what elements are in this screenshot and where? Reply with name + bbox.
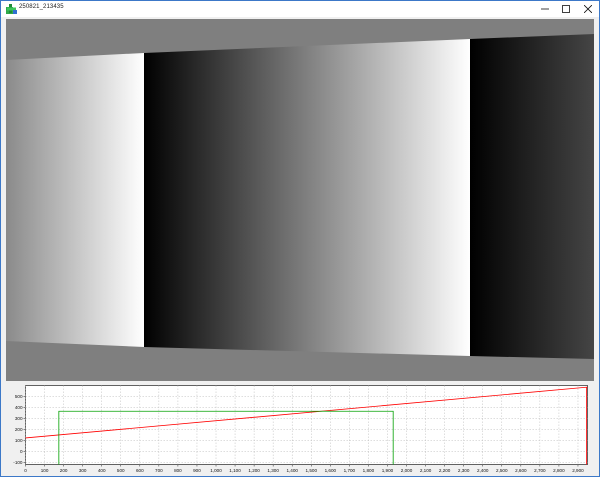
app-icon (6, 4, 17, 14)
x-tick-label: 1,000 (210, 468, 222, 473)
x-tick-label: 500 (117, 468, 125, 473)
window-title: 250821_213435 (19, 4, 64, 10)
x-tick-label: 1,500 (306, 468, 318, 473)
y-tick-label: 200 (15, 427, 23, 432)
x-tick-label: 2,100 (420, 468, 432, 473)
x-tick-label: 300 (79, 468, 87, 473)
close-icon (584, 5, 592, 13)
x-tick-label: 2,600 (515, 468, 527, 473)
x-tick-label: 700 (155, 468, 163, 473)
maximize-icon (562, 5, 570, 13)
x-tick-label: 1,100 (229, 468, 241, 473)
y-tick-label: 300 (15, 416, 23, 421)
y-tick-label: 400 (15, 405, 23, 410)
y-tick-label: 0 (20, 449, 23, 454)
x-tick-label: 1,300 (267, 468, 279, 473)
x-tick-label: 1,900 (382, 468, 394, 473)
x-tick-label: 2,500 (496, 468, 508, 473)
x-tick-label: 100 (41, 468, 49, 473)
profile-plot[interactable]: 0 100 200 300 400 500 600 700 800 900 1,000 1,100 1,… (6, 383, 594, 476)
title-bar[interactable]: 250821_213435 (1, 1, 599, 17)
gradient-band-middle (144, 39, 470, 356)
gradient-band-right (470, 34, 594, 359)
x-tick-label: 1,700 (344, 468, 356, 473)
x-tick-label: 2,200 (439, 468, 451, 473)
image-canvas (6, 19, 594, 381)
x-tick-label: 2,700 (534, 468, 546, 473)
image-view[interactable] (6, 19, 594, 381)
y-tick-label: -100 (13, 460, 23, 465)
plot-canvas: 0 100 200 300 400 500 600 700 800 900 1,000 1,100 1,… (6, 383, 594, 476)
x-tick-label: 200 (60, 468, 68, 473)
x-tick-label: 2,400 (477, 468, 489, 473)
x-tick-label: 0 (24, 468, 27, 473)
gradient-band-left (6, 53, 144, 347)
x-tick-label: 1,600 (325, 468, 337, 473)
application-window: 250821_213435 0 100 200 300 400 500 600 … (0, 0, 600, 477)
x-tick-label: 2,300 (458, 468, 470, 473)
plot-area (25, 385, 588, 465)
y-tick-label: 500 (15, 394, 23, 399)
x-tick-label: 1,800 (363, 468, 375, 473)
x-tick-label: 1,400 (286, 468, 298, 473)
x-tick-label: 800 (174, 468, 182, 473)
x-tick-label: 600 (136, 468, 144, 473)
y-tick-label: 100 (15, 438, 23, 443)
maximize-button[interactable] (554, 1, 578, 17)
x-tick-label: 2,000 (401, 468, 413, 473)
close-button[interactable] (576, 1, 600, 17)
x-tick-label: 400 (98, 468, 106, 473)
minimize-icon (541, 8, 549, 10)
x-tick-label: 1,200 (248, 468, 260, 473)
x-tick-label: 2,800 (553, 468, 565, 473)
x-tick-label: 2,900 (572, 468, 584, 473)
x-tick-label: 900 (193, 468, 201, 473)
